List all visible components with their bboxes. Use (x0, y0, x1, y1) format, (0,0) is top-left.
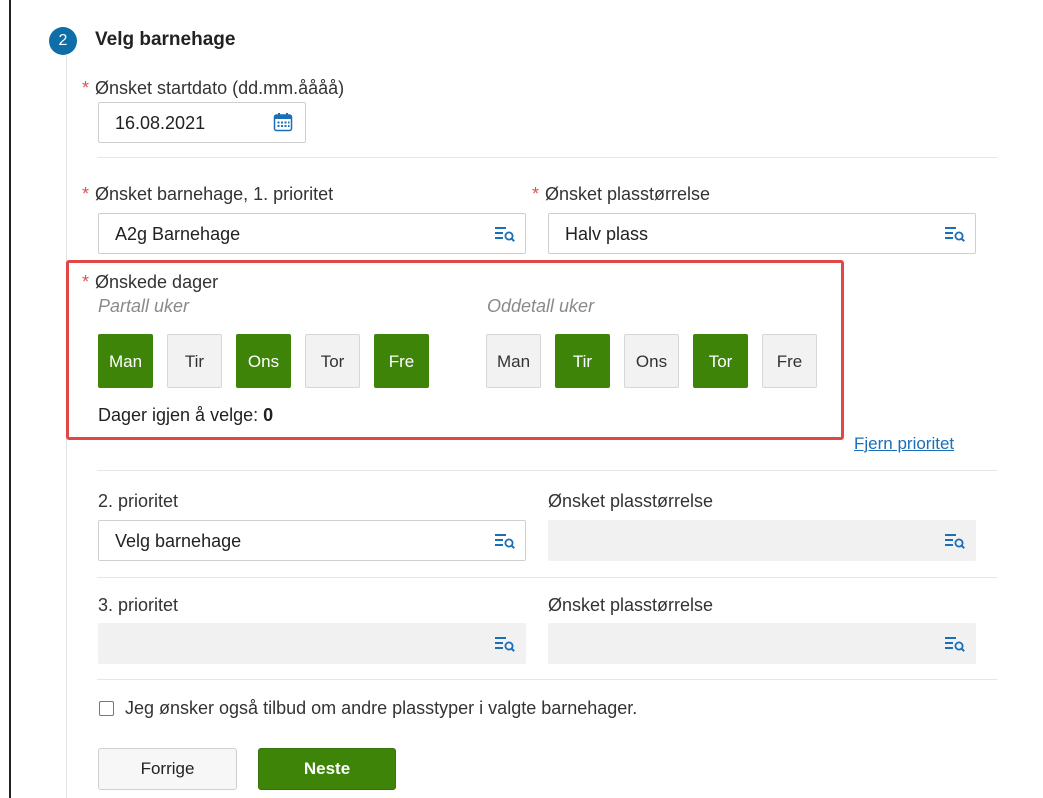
desired-days-label: * Ønskede dager (82, 272, 219, 292)
start-date-input[interactable]: 16.08.2021 (98, 102, 306, 143)
calendar-icon[interactable] (273, 112, 293, 132)
priority3-label: 3. prioritet (98, 595, 179, 615)
list-search-icon[interactable] (945, 226, 965, 242)
other-types-checkbox[interactable] (99, 701, 114, 716)
required-asterisk: * (82, 184, 90, 204)
remove-priority-link[interactable]: Fjern prioritet (854, 434, 954, 454)
list-search-icon[interactable] (945, 533, 965, 549)
step-number-badge: 2 (49, 27, 77, 55)
required-asterisk: * (532, 184, 540, 204)
even-day-mon[interactable]: Man (98, 334, 153, 388)
odd-day-wed[interactable]: Ons (624, 334, 679, 388)
days-remaining-count: 0 (263, 405, 274, 425)
start-date-label: * Ønsket startdato (dd.mm.åååå) (82, 78, 345, 98)
section-divider (97, 470, 997, 471)
left-border (9, 0, 11, 798)
priority3-kindergarten-input[interactable] (98, 623, 526, 664)
priority1-size-label: * Ønsket plasstørrelse (532, 184, 711, 204)
other-types-checkbox-label[interactable]: Jeg ønsker også tilbud om andre plasstyp… (125, 698, 637, 719)
even-weeks-label: Partall uker (98, 296, 190, 316)
odd-day-mon[interactable]: Man (486, 334, 541, 388)
section-divider (97, 679, 997, 680)
list-search-icon[interactable] (945, 636, 965, 652)
priority2-size-label: Ønsket plasstørrelse (548, 491, 714, 511)
next-button[interactable]: Neste (258, 748, 396, 790)
odd-weeks-label: Oddetall uker (487, 296, 595, 316)
even-day-wed[interactable]: Ons (236, 334, 291, 388)
priority1-kindergarten-input[interactable]: A2g Barnehage (98, 213, 526, 254)
priority1-size-input[interactable]: Halv plass (548, 213, 976, 254)
priority2-label: 2. prioritet (98, 491, 179, 511)
list-search-icon[interactable] (495, 226, 515, 242)
even-day-fri[interactable]: Fre (374, 334, 429, 388)
priority1-label: * Ønsket barnehage, 1. prioritet (82, 184, 334, 204)
priority2-kindergarten-input[interactable]: Velg barnehage (98, 520, 526, 561)
even-day-thu[interactable]: Tor (305, 334, 360, 388)
priority2-size-input[interactable] (548, 520, 976, 561)
section-divider (97, 577, 997, 578)
priority3-size-label: Ønsket plasstørrelse (548, 595, 714, 615)
list-search-icon[interactable] (495, 636, 515, 652)
odd-day-fri[interactable]: Fre (762, 334, 817, 388)
required-asterisk: * (82, 78, 90, 98)
days-remaining: Dager igjen å velge: 0 (98, 405, 274, 425)
odd-day-tue[interactable]: Tir (555, 334, 610, 388)
list-search-icon[interactable] (495, 533, 515, 549)
priority3-size-input[interactable] (548, 623, 976, 664)
section-divider (97, 157, 997, 158)
even-day-tue[interactable]: Tir (167, 334, 222, 388)
odd-day-thu[interactable]: Tor (693, 334, 748, 388)
step-title: Velg barnehage (95, 29, 236, 50)
required-asterisk: * (82, 272, 90, 292)
previous-button[interactable]: Forrige (98, 748, 237, 790)
